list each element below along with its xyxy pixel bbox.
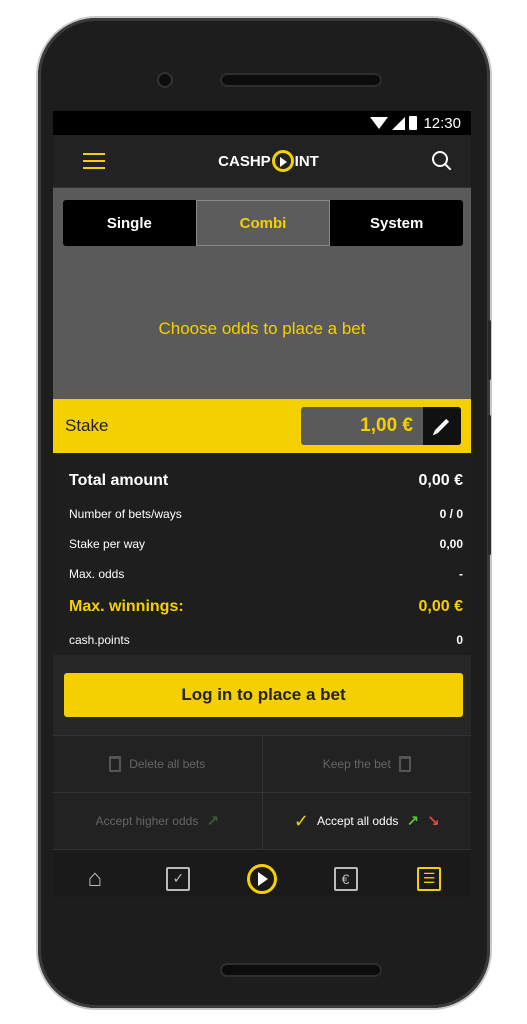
- screen: 12:30 CASHP INT Single Combi System Choo…: [53, 111, 471, 897]
- accept-all-odds-option[interactable]: ✓ Accept all odds ↗ ↘: [261, 793, 472, 849]
- keep-bet-option[interactable]: Keep the bet: [261, 736, 472, 792]
- stake-input[interactable]: 1,00 €: [301, 407, 461, 445]
- status-icons: [370, 116, 418, 130]
- max-odds-label: Max. odds: [69, 567, 125, 581]
- max-winnings-value: 0,00 €: [418, 598, 463, 615]
- stake-per-way-label: Stake per way: [69, 537, 146, 551]
- accept-higher-odds-option[interactable]: Accept higher odds ↗: [53, 793, 262, 849]
- delete-all-bets-option[interactable]: Delete all bets: [53, 736, 262, 792]
- arrow-up-icon: ↗: [206, 813, 219, 830]
- bets-ways-row: Number of bets/ways 0 / 0: [69, 499, 463, 529]
- volume-button: [488, 320, 491, 380]
- hamburger-icon[interactable]: [83, 153, 105, 169]
- bet-slip-check-icon[interactable]: ✓: [158, 859, 198, 898]
- login-section: Log in to place a bet: [53, 655, 471, 735]
- front-camera: [157, 72, 173, 88]
- cashpoint-logo[interactable]: CASHP INT: [218, 150, 319, 172]
- login-to-bet-button[interactable]: Log in to place a bet: [64, 673, 463, 717]
- tab-single[interactable]: Single: [63, 200, 196, 246]
- bet-type-tabs: Single Combi System: [63, 200, 463, 246]
- cash-points-row: cash.points 0: [69, 625, 463, 655]
- live-play-icon[interactable]: [242, 859, 282, 898]
- status-bar: 12:30: [53, 111, 471, 135]
- accept-higher-label: Accept higher odds: [95, 814, 199, 828]
- bottom-speaker: [220, 963, 382, 977]
- cash-points-value: 0: [456, 633, 463, 647]
- total-amount-label: Total amount: [69, 472, 169, 489]
- stake-bar: Stake 1,00 €: [53, 399, 471, 453]
- bottom-nav: ⌂ ✓ € ☰: [53, 849, 471, 897]
- cash-points-label: cash.points: [69, 633, 130, 647]
- stake-per-way-row: Stake per way 0,00: [69, 529, 463, 559]
- search-icon[interactable]: [432, 151, 452, 171]
- arrow-down-icon: ↘: [426, 813, 440, 830]
- stake-value[interactable]: 1,00 €: [301, 407, 423, 445]
- logo-play-mark-icon: [271, 150, 294, 172]
- stake-label: Stake: [65, 416, 109, 435]
- options-row-1: Delete all bets Keep the bet: [53, 735, 471, 792]
- logo-text-right: INT: [294, 152, 319, 170]
- battery-icon: [409, 116, 418, 130]
- total-amount-value: 0,00 €: [418, 472, 463, 489]
- trash-icon: [109, 756, 122, 772]
- trash-icon: [398, 756, 411, 772]
- app-bar: CASHP INT: [53, 135, 471, 188]
- empty-slip-message: Choose odds to place a bet: [158, 319, 366, 338]
- signal-icon: [392, 116, 406, 130]
- bets-ways-value: 0 / 0: [439, 507, 463, 521]
- checkmark-icon: ✓: [293, 810, 310, 831]
- tab-combi[interactable]: Combi: [195, 200, 331, 246]
- power-button: [488, 415, 491, 555]
- logo-text-left: CASHP: [218, 152, 271, 170]
- bets-ways-label: Number of bets/ways: [69, 507, 182, 521]
- options-row-2: Accept higher odds ↗ ✓ Accept all odds ↗…: [53, 792, 471, 849]
- max-odds-row: Max. odds -: [69, 559, 463, 589]
- slip-options: Delete all bets Keep the bet Accept high…: [53, 735, 471, 849]
- arrow-up-icon: ↗: [406, 813, 419, 830]
- bet-slip-area: Single Combi System Choose odds to place…: [53, 188, 471, 399]
- max-winnings-row: Max. winnings: 0,00 €: [69, 589, 463, 625]
- stake-per-way-value: 0,00: [439, 537, 463, 551]
- total-amount-row: Total amount 0,00 €: [69, 463, 463, 499]
- status-time: 12:30: [423, 114, 461, 132]
- bet-summary: Total amount 0,00 € Number of bets/ways …: [53, 453, 471, 655]
- max-odds-value: -: [459, 567, 463, 581]
- top-speaker: [220, 73, 382, 87]
- wifi-icon: [370, 117, 389, 129]
- euro-deposit-icon[interactable]: €: [326, 859, 366, 898]
- edit-stake-button[interactable]: [423, 407, 461, 445]
- accept-all-label: Accept all odds: [317, 814, 399, 828]
- max-winnings-label: Max. winnings:: [69, 598, 184, 615]
- list-icon[interactable]: ☰: [409, 859, 449, 898]
- tab-system[interactable]: System: [330, 200, 463, 246]
- home-icon[interactable]: ⌂: [75, 859, 115, 898]
- keep-bet-label: Keep the bet: [322, 757, 391, 771]
- pencil-icon: [434, 418, 450, 434]
- delete-all-label: Delete all bets: [129, 757, 206, 771]
